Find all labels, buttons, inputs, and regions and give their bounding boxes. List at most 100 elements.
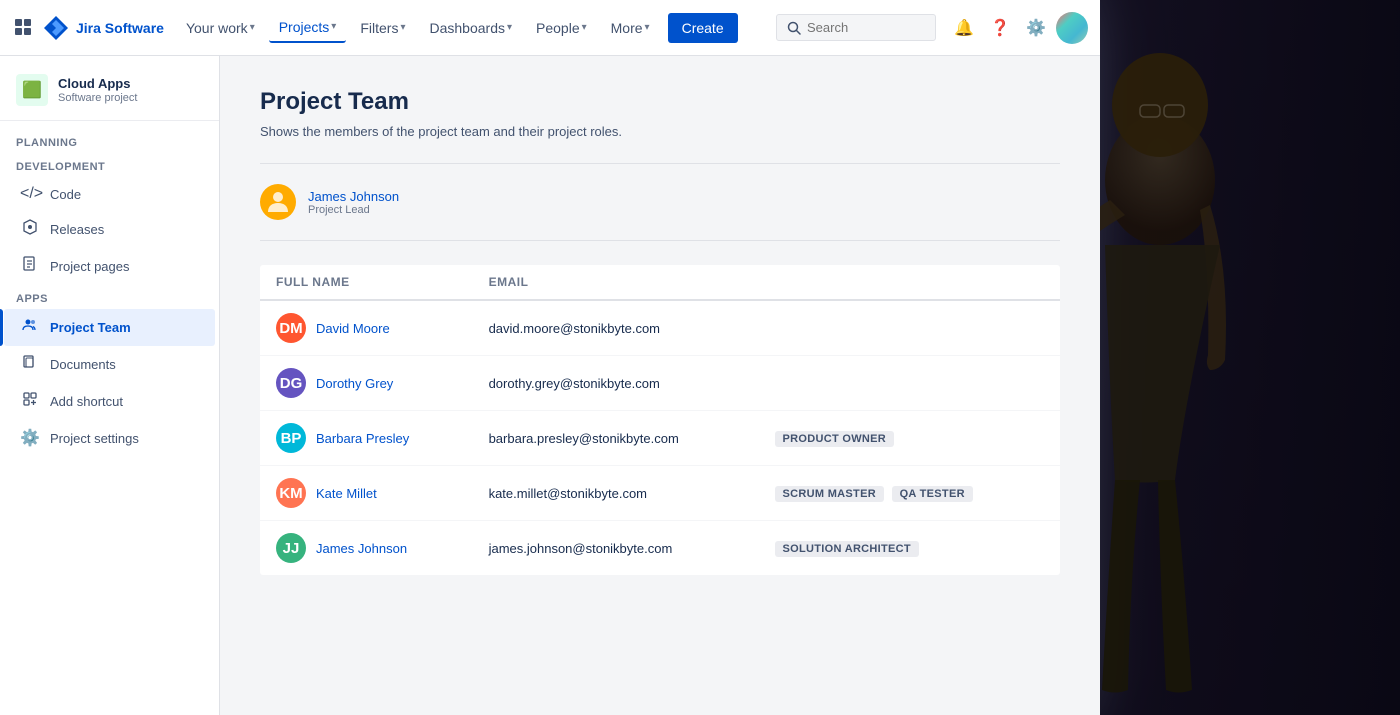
nav-people[interactable]: People ▾ [526, 14, 597, 42]
col-email: Email [473, 265, 759, 300]
member-email: dorothy.grey@stonikbyte.com [473, 356, 759, 411]
avatar: DM [276, 313, 306, 343]
member-name[interactable]: David Moore [316, 321, 390, 336]
add-shortcut-label: Add shortcut [50, 394, 123, 409]
member-name[interactable]: Barbara Presley [316, 431, 409, 446]
project-team-label: Project Team [50, 320, 131, 335]
table-row: DM David Moore david.moore@stonikbyte.co… [260, 300, 1060, 356]
development-label: DEVELOPMENT [0, 153, 219, 177]
team-icon [20, 317, 40, 338]
chevron-down-icon: ▾ [250, 22, 255, 33]
nav-your-work[interactable]: Your work ▾ [176, 14, 265, 42]
member-role: SCRUM MASTER QA TESTER [759, 466, 1060, 521]
member-role: PRODUCT OWNER [759, 411, 1060, 466]
member-name[interactable]: James Johnson [316, 541, 407, 556]
nav-projects[interactable]: Projects ▾ [269, 13, 347, 43]
col-fullname: Full name [260, 265, 473, 300]
chevron-down-icon: ▾ [331, 21, 336, 32]
add-shortcut-icon [20, 391, 40, 412]
project-icon: 🟩 [16, 74, 48, 106]
table-body: DM David Moore david.moore@stonikbyte.co… [260, 300, 1060, 575]
team-table: Full name Email DM David Moore david.moo… [260, 265, 1060, 575]
search-icon [787, 21, 801, 35]
search-input[interactable] [807, 20, 907, 35]
sidebar-item-add-shortcut[interactable]: Add shortcut [4, 383, 215, 420]
table-row: DG Dorothy Grey dorothy.grey@stonikbyte.… [260, 356, 1060, 411]
table-row: KM Kate Millet kate.millet@stonikbyte.co… [260, 466, 1060, 521]
nav-filters[interactable]: Filters ▾ [350, 14, 415, 42]
documents-label: Documents [50, 357, 116, 372]
create-button[interactable]: Create [668, 13, 738, 43]
notifications-button[interactable]: 🔔 [948, 12, 980, 44]
role-badge-architect: SOLUTION ARCHITECT [775, 541, 919, 557]
sidebar-item-project-pages[interactable]: Project pages [4, 248, 215, 285]
member-name[interactable]: Dorothy Grey [316, 376, 393, 391]
top-navigation: Jira Software Your work ▾ Projects ▾ Fil… [0, 0, 1100, 56]
user-avatar[interactable] [1056, 12, 1088, 44]
sidebar-item-project-team[interactable]: Project Team [4, 309, 215, 346]
chevron-down-icon: ▾ [645, 22, 650, 33]
grid-icon[interactable] [12, 16, 36, 40]
planning-label: PLANNING [0, 129, 219, 153]
sidebar-item-project-settings[interactable]: ⚙️ Project settings [4, 420, 215, 456]
member-email: kate.millet@stonikbyte.com [473, 466, 759, 521]
releases-icon [20, 219, 40, 240]
releases-label: Releases [50, 222, 104, 237]
project-pages-label: Project pages [50, 259, 130, 274]
member-name-cell: DG Dorothy Grey [260, 356, 473, 411]
sidebar-project-header: 🟩 Cloud Apps Software project [0, 64, 219, 121]
avatar: BP [276, 423, 306, 453]
table-row: JJ James Johnson james.johnson@stonikbyt… [260, 521, 1060, 576]
table-header: Full name Email [260, 265, 1060, 300]
project-settings-label: Project settings [50, 431, 139, 446]
jira-logo[interactable]: Jira Software [42, 14, 164, 42]
member-cell: DM David Moore [276, 313, 457, 343]
apps-label: APPS [0, 285, 219, 309]
chevron-down-icon: ▾ [582, 22, 587, 33]
help-button[interactable]: ❓ [984, 12, 1016, 44]
sidebar-item-releases[interactable]: Releases [4, 211, 215, 248]
divider [260, 163, 1060, 164]
search-box[interactable] [776, 14, 936, 41]
member-role: SOLUTION ARCHITECT [759, 521, 1060, 576]
member-name-cell: KM Kate Millet [260, 466, 473, 521]
role-badge-qa: QA TESTER [892, 486, 973, 502]
pages-icon [20, 256, 40, 277]
role-badge-scrum: SCRUM MASTER [775, 486, 884, 502]
avatar: DG [276, 368, 306, 398]
lead-name[interactable]: James Johnson [308, 189, 399, 204]
logo-area: Jira Software [12, 14, 164, 42]
lead-avatar [260, 184, 296, 220]
main-content: Project Team Shows the members of the pr… [220, 56, 1100, 715]
settings-icon: ⚙️ [20, 428, 40, 448]
settings-button[interactable]: ⚙️ [1020, 12, 1052, 44]
page-description: Shows the members of the project team an… [260, 124, 1060, 139]
chevron-down-icon: ▾ [507, 22, 512, 33]
member-email: barbara.presley@stonikbyte.com [473, 411, 759, 466]
project-type: Software project [58, 92, 137, 104]
app-name: Jira Software [76, 20, 164, 36]
nav-more[interactable]: More ▾ [601, 14, 660, 42]
member-name[interactable]: Kate Millet [316, 486, 377, 501]
member-name-cell: BP Barbara Presley [260, 411, 473, 466]
member-email: david.moore@stonikbyte.com [473, 300, 759, 356]
member-cell: JJ James Johnson [276, 533, 457, 563]
member-name-cell: JJ James Johnson [260, 521, 473, 576]
member-email: james.johnson@stonikbyte.com [473, 521, 759, 576]
project-lead-section: James Johnson Project Lead [260, 184, 1060, 241]
avatar: KM [276, 478, 306, 508]
sidebar: 🟩 Cloud Apps Software project PLANNING D… [0, 56, 220, 715]
role-badge: PRODUCT OWNER [775, 431, 895, 447]
member-cell: BP Barbara Presley [276, 423, 457, 453]
nav-icon-group: 🔔 ❓ ⚙️ [948, 12, 1088, 44]
avatar: JJ [276, 533, 306, 563]
member-cell: KM Kate Millet [276, 478, 457, 508]
sidebar-item-code[interactable]: </> Code [4, 177, 215, 211]
documents-icon [20, 354, 40, 375]
project-name: Cloud Apps [58, 76, 137, 93]
lead-role: Project Lead [308, 204, 399, 216]
sidebar-item-documents[interactable]: Documents [4, 346, 215, 383]
member-name-cell: DM David Moore [260, 300, 473, 356]
table-row: BP Barbara Presley barbara.presley@stoni… [260, 411, 1060, 466]
nav-dashboards[interactable]: Dashboards ▾ [419, 14, 522, 42]
